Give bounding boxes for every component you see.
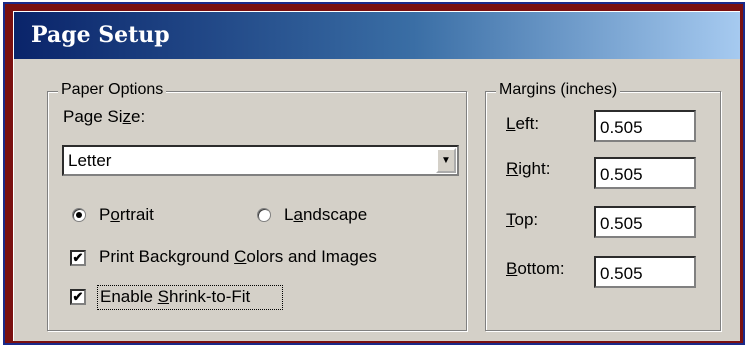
title-bar[interactable]: Page Setup	[14, 12, 740, 59]
portrait-radio[interactable]	[72, 208, 86, 222]
shrink-to-fit-checkbox[interactable]: ✔	[70, 289, 86, 305]
shrink-to-fit-label[interactable]: Enable Shrink-to-Fit	[100, 287, 250, 307]
paper-options-legend: Paper Options	[58, 81, 167, 99]
top-margin-label: Top:	[506, 210, 539, 229]
landscape-label[interactable]: Landscape	[284, 205, 367, 225]
check-icon: ✔	[72, 289, 84, 304]
right-margin-label: Right:	[506, 159, 551, 178]
dialog-title: Page Setup	[31, 22, 170, 48]
portrait-label[interactable]: Portrait	[99, 205, 154, 225]
check-icon: ✔	[72, 250, 84, 265]
page-size-label: Page Size:	[63, 107, 146, 126]
top-margin-input[interactable]: 0.505	[594, 206, 696, 238]
left-margin-input[interactable]: 0.505	[594, 110, 696, 142]
print-background-checkbox[interactable]: ✔	[70, 250, 86, 266]
page-size-select[interactable]: Letter ▼	[62, 145, 459, 176]
print-background-label[interactable]: Print Background Colors and Images	[99, 247, 377, 267]
chevron-down-icon[interactable]: ▼	[436, 148, 456, 173]
bottom-margin-label: Bottom:	[506, 259, 565, 278]
right-margin-input[interactable]: 0.505	[594, 157, 696, 189]
margins-legend: Margins (inches)	[496, 81, 621, 99]
radio-selected-dot	[76, 212, 82, 218]
landscape-radio[interactable]	[257, 208, 271, 222]
left-margin-label: Left:	[506, 114, 540, 133]
page-size-value: Letter	[68, 151, 112, 170]
bottom-margin-input[interactable]: 0.505	[594, 256, 696, 288]
